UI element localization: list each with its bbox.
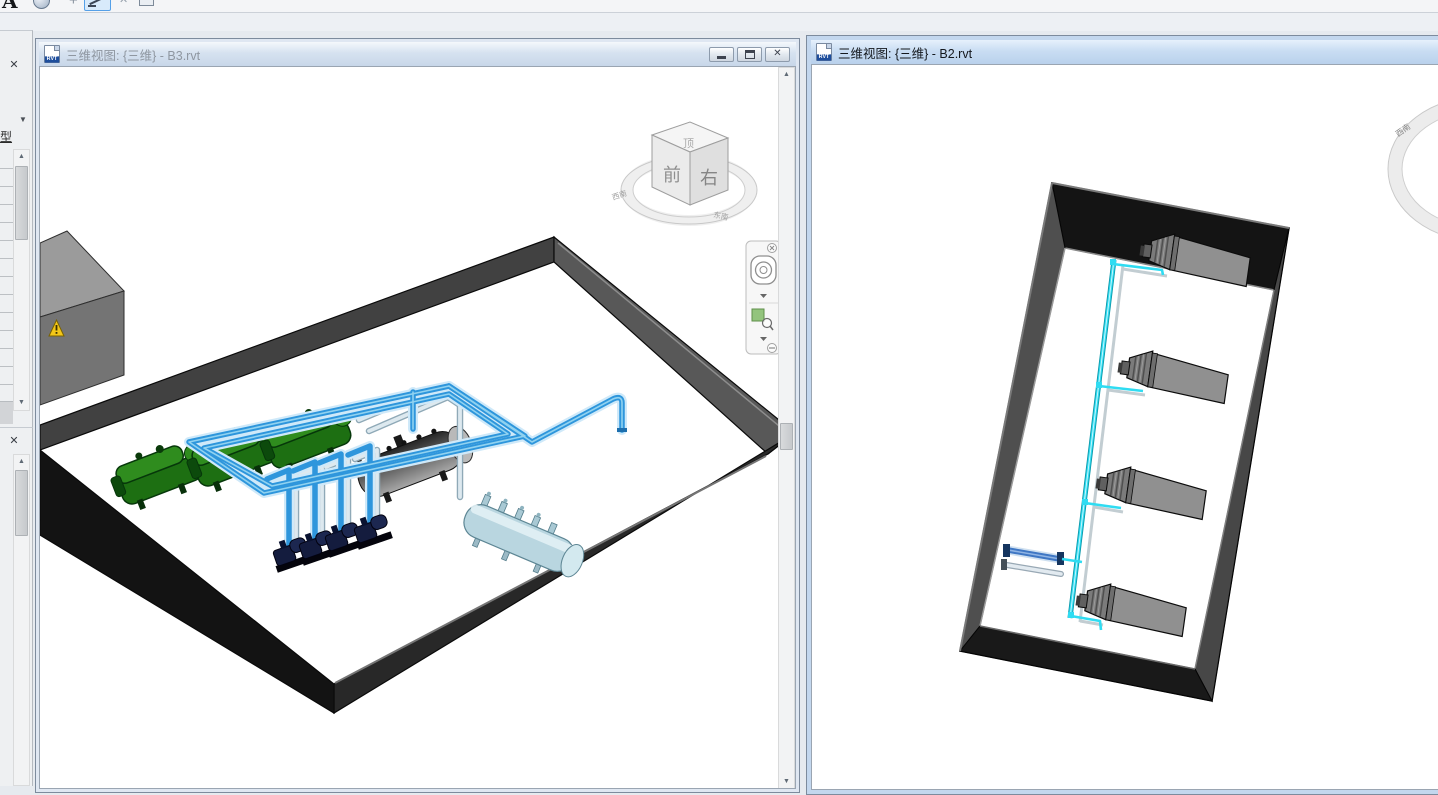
sphere-tool-icon[interactable]	[33, 0, 50, 9]
viewcube-front-face[interactable]: 前	[663, 165, 681, 185]
options-bar	[0, 13, 1438, 31]
text-tool-icon[interactable]: A	[2, 0, 18, 13]
project-browser-palette: ✕ ▲	[0, 427, 33, 786]
browser-scrollbar[interactable]: ▲	[13, 454, 30, 786]
navbar-collapse-icon[interactable]	[768, 344, 777, 353]
close-button[interactable]: ✕	[765, 47, 790, 62]
view-window-b3: RVT 三维视图: {三维} - B3.rvt ✕	[35, 38, 800, 793]
window-title: 三维视图: {三维} - B3.rvt	[66, 45, 200, 64]
viewcube-compass-partial[interactable]: 西南	[1388, 96, 1438, 242]
properties-palette: ✕ ▼ 型 ▲ ▼	[0, 30, 33, 427]
rvt-file-icon: RVT	[816, 43, 832, 61]
window-title: 三维视图: {三维} - B2.rvt	[838, 43, 972, 62]
steering-wheel-icon[interactable]	[751, 256, 776, 284]
3d-view-b2-canvas[interactable]: 西南	[812, 65, 1438, 790]
delete-tool-icon[interactable]: ✕	[119, 0, 128, 6]
window-titlebar[interactable]: RVT 三维视图: {三维} - B3.rvt ✕	[39, 42, 796, 66]
drawing-area-b3[interactable]: 西南 东南 前 右 顶	[39, 66, 796, 789]
minimize-button[interactable]	[709, 47, 734, 62]
properties-grid-rows	[0, 151, 13, 401]
navbar-close-icon[interactable]	[768, 244, 777, 253]
3d-view-b3-canvas[interactable]: 西南 东南 前 右 顶	[40, 67, 780, 789]
drawing-area-b2[interactable]: 西南	[811, 64, 1438, 790]
scroll-up-icon[interactable]: ▲	[14, 455, 29, 469]
ribbon-strip: A + ✕	[0, 0, 1438, 13]
restore-button[interactable]	[737, 47, 762, 62]
properties-scrollbar[interactable]: ▲ ▼	[13, 149, 30, 411]
concrete-box[interactable]	[40, 231, 124, 405]
scroll-up-icon[interactable]: ▲	[779, 68, 794, 82]
section-box-tool-icon[interactable]	[84, 0, 111, 11]
properties-footer	[0, 401, 13, 424]
move-tool-icon[interactable]: +	[69, 0, 78, 9]
navigation-bar[interactable]	[746, 241, 780, 354]
scroll-down-icon[interactable]: ▼	[14, 396, 29, 410]
rvt-file-icon: RVT	[44, 45, 60, 63]
viewcube[interactable]: 西南 东南 前 右 顶	[611, 122, 757, 224]
revit-workspace: A + ✕ ✕ ▼ 型 ▲ ▼ ✕ ▲ RVT 三维视图: {三维} - B3.…	[0, 0, 1438, 785]
viewcube-top-face[interactable]: 顶	[683, 137, 694, 150]
scroll-up-icon[interactable]: ▲	[14, 150, 29, 164]
view-vertical-scrollbar[interactable]: ▲ ▼	[778, 67, 795, 789]
viewcube-right-face[interactable]: 右	[700, 168, 718, 188]
type-selector-dropdown-icon[interactable]: ▼	[19, 115, 27, 124]
view-window-b2: RVT 三维视图: {三维} - B2.rvt	[806, 35, 1438, 795]
scroll-down-icon[interactable]: ▼	[779, 775, 794, 789]
edit-type-link[interactable]: 型	[0, 128, 12, 145]
scrollbar-thumb[interactable]	[15, 166, 28, 240]
paste-tool-icon[interactable]	[139, 0, 154, 6]
scrollbar-thumb[interactable]	[15, 470, 28, 536]
browser-close-button[interactable]: ✕	[6, 433, 22, 449]
window-titlebar[interactable]: RVT 三维视图: {三维} - B2.rvt	[811, 40, 1438, 64]
scrollbar-thumb[interactable]	[780, 423, 793, 450]
properties-close-button[interactable]: ✕	[6, 57, 22, 73]
